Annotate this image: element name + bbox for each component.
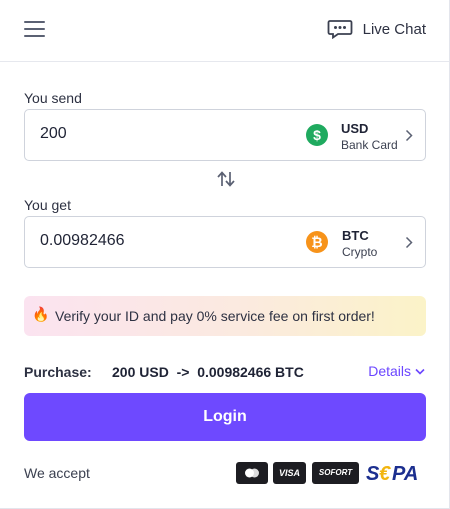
promo-text: Verify your ID and pay 0% service fee on… xyxy=(55,308,375,324)
live-chat-label: Live Chat xyxy=(362,20,426,38)
send-amount-input[interactable]: 200 xyxy=(40,125,67,143)
get-currency-type: Crypto xyxy=(342,245,378,259)
sepa-logo-icon: S € PA xyxy=(366,462,426,485)
purchase-label: Purchase: xyxy=(24,364,92,380)
get-label: You get xyxy=(24,197,71,213)
send-field: 200 $ USD Bank Card xyxy=(24,109,426,161)
svg-text:€: € xyxy=(379,463,391,484)
chevron-down-icon xyxy=(415,368,425,375)
details-label: Details xyxy=(368,363,411,379)
swap-arrows-icon[interactable] xyxy=(216,170,236,188)
svg-text:S: S xyxy=(366,463,380,484)
dollar-coin-icon: $ xyxy=(306,124,328,146)
get-field: 0.00982466 ₿ BTC Crypto xyxy=(24,216,426,268)
chat-bubble-icon xyxy=(327,20,353,39)
details-toggle[interactable]: Details xyxy=(368,363,425,379)
bitcoin-coin-icon: ₿ xyxy=(306,231,328,253)
header: Live Chat xyxy=(0,0,449,62)
mastercard-logo-icon xyxy=(236,462,268,484)
visa-logo-icon: VISA xyxy=(273,462,306,484)
promo-banner: 🔥 Verify your ID and pay 0% service fee … xyxy=(24,296,426,336)
purchase-summary: 200 USD -> 0.00982466 BTC xyxy=(112,364,304,380)
we-accept-label: We accept xyxy=(24,465,90,481)
exchange-widget: Live Chat You send 200 $ USD Bank Card Y… xyxy=(0,0,450,509)
live-chat-button[interactable]: Live Chat xyxy=(327,17,426,41)
login-button[interactable]: Login xyxy=(24,393,426,441)
get-amount-input[interactable]: 0.00982466 xyxy=(40,232,125,250)
chevron-right-icon[interactable] xyxy=(405,236,413,249)
fire-icon: 🔥 xyxy=(32,306,50,322)
send-currency-method: Bank Card xyxy=(341,138,398,152)
svg-text:PA: PA xyxy=(392,463,418,484)
sofort-logo-icon: SOFORT xyxy=(312,462,359,484)
get-currency-code[interactable]: BTC xyxy=(342,228,369,243)
hamburger-menu-icon[interactable] xyxy=(24,20,45,37)
send-currency-code[interactable]: USD xyxy=(341,121,368,136)
send-label: You send xyxy=(24,90,82,106)
chevron-right-icon[interactable] xyxy=(405,129,413,142)
